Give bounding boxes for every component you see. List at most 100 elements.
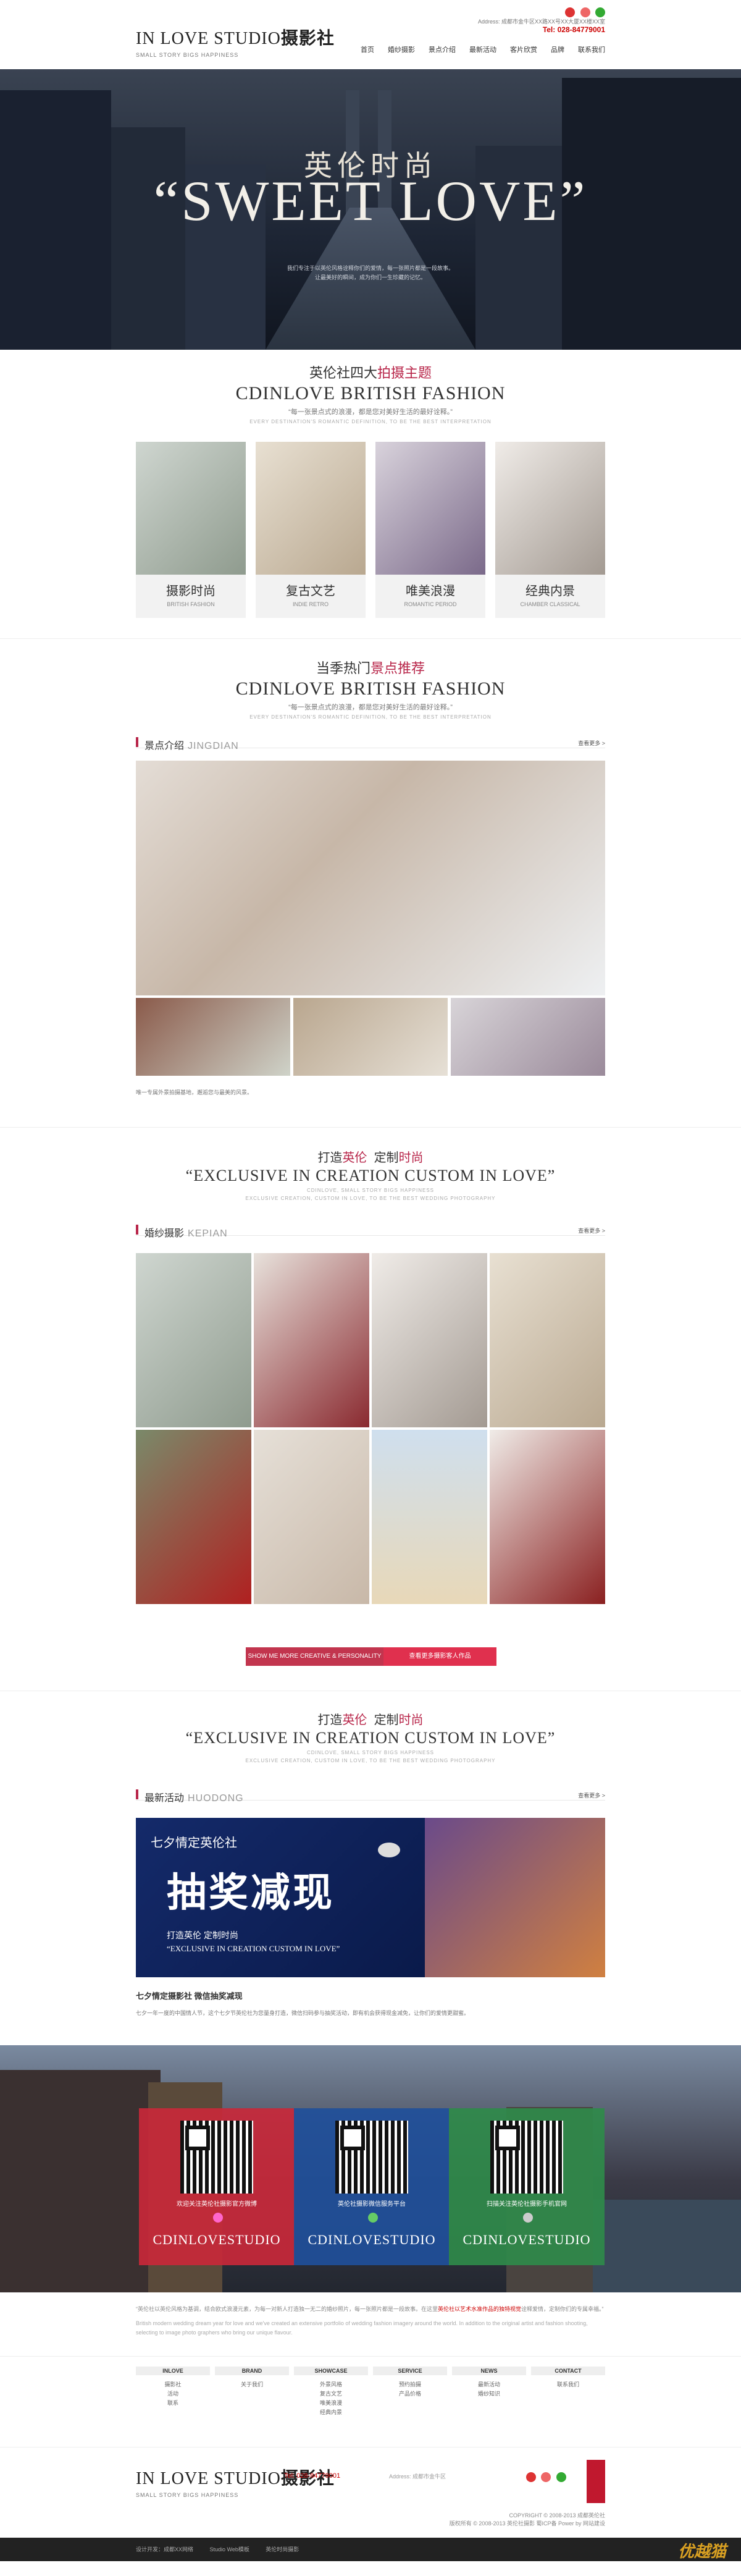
qr-code[interactable] bbox=[180, 2121, 253, 2194]
qq-icon[interactable] bbox=[580, 7, 590, 17]
view-more-works-button[interactable]: 查看更多摄影客人作品 bbox=[383, 1647, 496, 1666]
footer-address: Address: 成都市金牛区 bbox=[389, 2473, 446, 2480]
nav-item-spots[interactable]: 景点介绍 bbox=[429, 44, 456, 54]
theme-subtitle: INDIE RETRO bbox=[292, 601, 329, 607]
excl-cn: 打造 bbox=[317, 1713, 343, 1727]
qq-icon[interactable] bbox=[541, 2472, 551, 2482]
footer-tel: Tel: 028-84779001 bbox=[284, 2472, 341, 2480]
jingdian-thumb[interactable] bbox=[451, 998, 605, 1076]
footer-col-head: CONTACT bbox=[531, 2367, 605, 2375]
footer-link[interactable]: 复古文艺 bbox=[294, 2389, 368, 2399]
footer-link[interactable]: 产品价格 bbox=[373, 2389, 447, 2399]
excl-desc: CDINLOVE, SMALL STORY BIGS HAPPINESS bbox=[307, 1750, 434, 1755]
excl-en: “EXCLUSIVE IN CREATION CUSTOM IN LOVE” bbox=[185, 1729, 556, 1747]
show-more-button[interactable]: SHOW ME MORE CREATIVE & PERSONALITY bbox=[246, 1647, 383, 1666]
site-header: IN LOVE STUDIO摄影社 SMALL STORY BIGS HAPPI… bbox=[0, 0, 741, 69]
nav-item-wedding[interactable]: 婚纱摄影 bbox=[388, 44, 415, 54]
excl-desc: EXCLUSIVE CREATION, CUSTOM IN LOVE, TO B… bbox=[245, 1196, 496, 1201]
footer-col-head: SERVICE bbox=[373, 2367, 447, 2375]
more-buttons: SHOW ME MORE CREATIVE & PERSONALITY 查看更多… bbox=[136, 1647, 605, 1666]
gallery-photo[interactable] bbox=[372, 1430, 487, 1604]
hero-sub-line: 我们专注于以英伦风格诠释你们的爱情，每一张照片都是一段故事。 bbox=[287, 265, 454, 271]
nav-item-gallery[interactable]: 客片欣赏 bbox=[510, 44, 537, 54]
gallery-photo[interactable] bbox=[490, 1253, 605, 1427]
quote-en: British modern wedding dream year for lo… bbox=[136, 2320, 588, 2336]
gallery-photo[interactable] bbox=[490, 1430, 605, 1604]
exclusive-title-2: 打造英伦 定制时尚 “EXCLUSIVE IN CREATION CUSTOM … bbox=[0, 1691, 741, 1763]
weibo-icon[interactable] bbox=[526, 2472, 536, 2482]
jingdian-main-photo[interactable] bbox=[136, 761, 605, 995]
bottom-link[interactable]: Studio Web模板 bbox=[209, 2546, 249, 2553]
themes-list: 摄影时尚 BRITISH FASHION 复古文艺 INDIE RETRO 唯美… bbox=[136, 442, 605, 618]
weibo-icon[interactable] bbox=[565, 7, 576, 17]
qr-code[interactable] bbox=[335, 2121, 408, 2194]
bottom-link[interactable]: 设计开发：成都XX网络 bbox=[136, 2546, 193, 2553]
theme-title: 唯美浪漫 bbox=[406, 585, 455, 598]
huodong-header: 最新活动 HUODONG 查看更多 > bbox=[136, 1788, 605, 1804]
season-desc-en: EVERY DESTINATION'S ROMANTIC DEFINITION,… bbox=[249, 714, 492, 720]
header-contact: Address: 成都市金牛区XX路XX号XX大厦XX楼XX室 Tel: 028… bbox=[478, 17, 605, 34]
footer-link[interactable]: 活动 bbox=[136, 2389, 210, 2399]
gallery-photo[interactable] bbox=[372, 1253, 487, 1427]
jingdian-more-link[interactable]: 查看更多 > bbox=[578, 739, 605, 747]
qr-en: CDINLOVESTUDIO bbox=[308, 2232, 436, 2247]
footer-link[interactable]: 最新活动 bbox=[452, 2380, 526, 2389]
gallery-photo[interactable] bbox=[254, 1253, 369, 1427]
footer-link[interactable]: 婚纱知识 bbox=[452, 2389, 526, 2399]
footer-link[interactable]: 唯美浪漫 bbox=[294, 2399, 368, 2408]
theme-subtitle: ROMANTIC PERIOD bbox=[404, 601, 457, 607]
excl-em: 时尚 bbox=[398, 1151, 424, 1165]
gallery-photo[interactable] bbox=[136, 1430, 251, 1604]
theme-card-romantic[interactable]: 唯美浪漫 ROMANTIC PERIOD bbox=[375, 442, 485, 618]
theme-card-fashion[interactable]: 摄影时尚 BRITISH FASHION bbox=[136, 442, 246, 618]
nav-item-events[interactable]: 最新活动 bbox=[469, 44, 496, 54]
qr-en: CDINLOVESTUDIO bbox=[463, 2232, 591, 2247]
nav-item-brand[interactable]: 品牌 bbox=[551, 44, 564, 54]
footer-link[interactable]: 关于我们 bbox=[215, 2380, 289, 2389]
footer-link[interactable]: 联系我们 bbox=[531, 2380, 605, 2389]
footer-link[interactable]: 联系 bbox=[136, 2399, 210, 2408]
gallery-photo[interactable] bbox=[136, 1253, 251, 1427]
nav-item-home[interactable]: 首页 bbox=[361, 44, 374, 54]
promo-banner[interactable]: 七夕情定英伦社 抽奖减现 打造英伦 定制时尚 “EXCLUSIVE IN CRE… bbox=[136, 1818, 605, 1977]
theme-photo bbox=[375, 442, 485, 575]
promo-headline[interactable]: 七夕情定摄影社 微信抽奖减现 bbox=[136, 1990, 605, 2001]
theme-card-classical[interactable]: 经典内景 CHAMBER CLASSICAL bbox=[495, 442, 605, 618]
qr-code[interactable] bbox=[490, 2121, 563, 2194]
theme-card-retro[interactable]: 复古文艺 INDIE RETRO bbox=[256, 442, 366, 618]
footer-col-head: BRAND bbox=[215, 2367, 289, 2375]
footer-col: BRAND 关于我们 bbox=[215, 2367, 289, 2435]
wechat-icon[interactable] bbox=[556, 2472, 566, 2482]
section-bar bbox=[136, 1789, 138, 1799]
nav-item-contact[interactable]: 联系我们 bbox=[578, 44, 605, 54]
logo-tagline: SMALL STORY BIGS HAPPINESS bbox=[136, 52, 239, 58]
kepian-more-link[interactable]: 查看更多 > bbox=[578, 1227, 605, 1235]
bottom-link[interactable]: 英伦时尚摄影 bbox=[266, 2546, 299, 2553]
footer-links: INLOVE 摄影社 活动 联系 BRAND 关于我们 SHOWCASE 外景风… bbox=[136, 2367, 605, 2435]
wechat-icon[interactable] bbox=[595, 7, 605, 17]
site-logo[interactable]: IN LOVE STUDIO摄影社 SMALL STORY BIGS HAPPI… bbox=[136, 25, 335, 58]
jingdian-thumb[interactable] bbox=[293, 998, 448, 1076]
huodong-more-link[interactable]: 查看更多 > bbox=[578, 1791, 605, 1799]
footer-link[interactable]: 外景风格 bbox=[294, 2380, 368, 2389]
excl-em: 时尚 bbox=[398, 1713, 424, 1727]
footer-copyright: COPYRIGHT © 2008-2013 成都英伦社 版权所有 © 2008-… bbox=[450, 2512, 605, 2528]
theme-subtitle: BRITISH FASHION bbox=[167, 601, 215, 607]
quote-cn: 诠释爱情，定制你们的专属幸福。” bbox=[521, 2306, 604, 2312]
huodong-label-en: HUODONG bbox=[188, 1793, 244, 1804]
footer-col-head: INLOVE bbox=[136, 2367, 210, 2375]
footer-link[interactable]: 经典内景 bbox=[294, 2408, 368, 2417]
footer-link[interactable]: 预约拍摄 bbox=[373, 2380, 447, 2389]
promo-big: 抽奖减现 bbox=[167, 1870, 335, 1915]
kepian-grid bbox=[136, 1253, 605, 1604]
quote-highlight: 英伦社以艺术水准作品的独特视觉 bbox=[438, 2306, 522, 2312]
jingdian-thumb[interactable] bbox=[136, 998, 290, 1076]
copyright-line: COPYRIGHT © 2008-2013 成都英伦社 bbox=[509, 2512, 605, 2519]
footer-link[interactable]: 摄影社 bbox=[136, 2380, 210, 2389]
theme-photo bbox=[136, 442, 246, 575]
header-address: Address: 成都市金牛区XX路XX号XX大厦XX楼XX室 bbox=[477, 19, 605, 25]
gallery-photo[interactable] bbox=[254, 1430, 369, 1604]
season-desc: “每一张景点式的浪漫，都是您对美好生活的最好诠释。” bbox=[288, 704, 453, 711]
excl-cn: 定制 bbox=[374, 1713, 399, 1727]
footer-logo[interactable]: IN LOVE STUDIO摄影社 SMALL STORY BIGS HAPPI… bbox=[136, 2465, 335, 2498]
